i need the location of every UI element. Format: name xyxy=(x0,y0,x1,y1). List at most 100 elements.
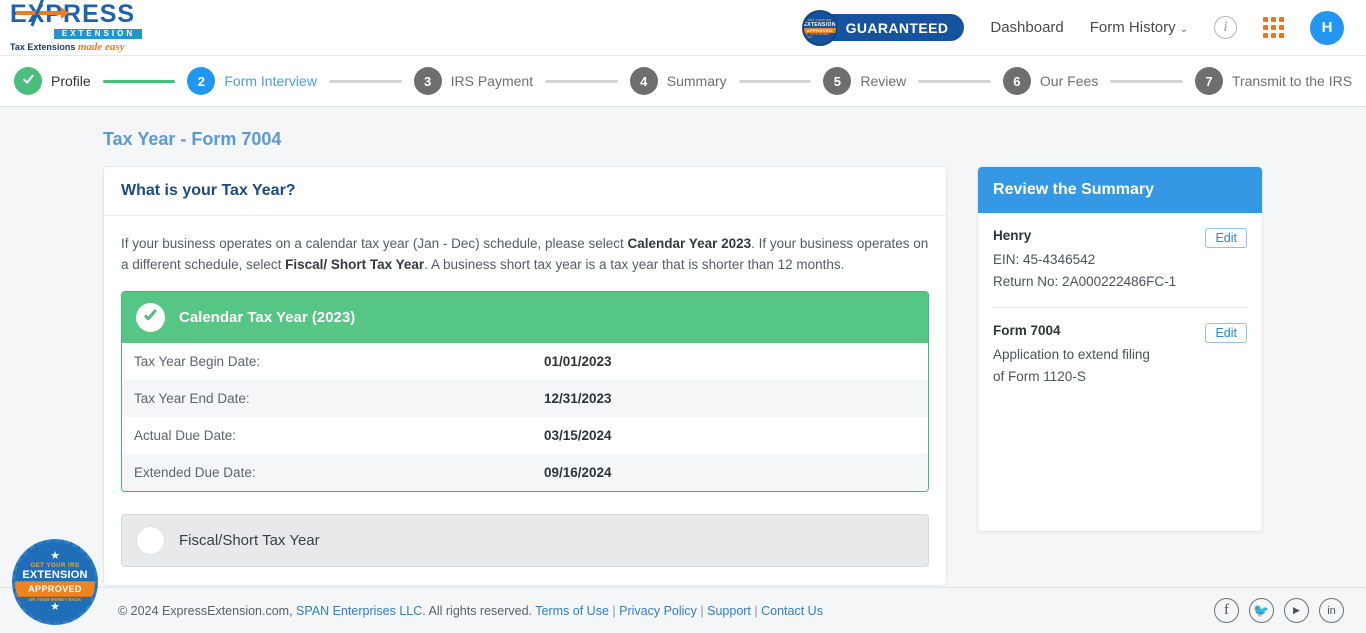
step-label: Review xyxy=(860,73,907,89)
edit-button[interactable]: Edit xyxy=(1205,228,1247,248)
desc-part-1: If your business operates on a calendar … xyxy=(121,236,628,251)
social-links: f 🐦 ▶ in xyxy=(1214,598,1344,623)
footer-separator: | xyxy=(696,603,708,618)
tax-year-description: If your business operates on a calendar … xyxy=(121,234,929,276)
summary-body: Henry EIN: 45-4346542 Return No: 2A0002224… xyxy=(978,213,1262,531)
app-grid-icon[interactable] xyxy=(1263,17,1284,38)
step-circle xyxy=(14,67,42,95)
step-circle: 6 xyxy=(1002,67,1031,95)
check-icon xyxy=(22,75,35,88)
desc-bold-fiscal-year: Fiscal/ Short Tax Year xyxy=(285,256,425,272)
option-calendar-label: Calendar Tax Year (2023) xyxy=(179,308,356,326)
step-profile[interactable]: Profile xyxy=(14,67,91,95)
facebook-icon[interactable]: f xyxy=(1214,598,1239,623)
footer-copyright: © 2024 ExpressExtension.com, SPAN Enterp… xyxy=(118,603,823,618)
logo-wordmark: EXPRESS xyxy=(10,0,145,28)
page-content: Tax Year - Form 7004 What is your Tax Ye… xyxy=(0,107,1366,586)
content-columns: What is your Tax Year? If your business … xyxy=(103,166,1263,586)
desc-bold-calendar-year: Calendar Year 2023 xyxy=(627,236,752,251)
step-circle: 2 xyxy=(187,67,216,95)
edit-button[interactable]: Edit xyxy=(1205,323,1247,344)
step-connector xyxy=(1110,79,1183,83)
row-label: Tax Year End Date: xyxy=(134,390,250,406)
step-irs-payment[interactable]: 3 IRS Payment xyxy=(413,67,534,95)
info-icon-glyph: i xyxy=(1223,19,1228,35)
logo-sub-text: EXTENSION xyxy=(54,29,142,39)
radio-unchecked-icon[interactable] xyxy=(136,525,165,555)
summary-block: Form 7004 Application to extend filing of … xyxy=(993,307,1247,402)
summary-block-line: Application to extend filing xyxy=(993,347,1150,363)
grid-dot xyxy=(1271,17,1276,22)
twitter-icon[interactable]: 🐦 xyxy=(1249,598,1274,623)
step-circle: 4 xyxy=(629,67,658,95)
grid-dot xyxy=(1263,25,1268,30)
grid-dot xyxy=(1279,25,1284,30)
table-row: Extended Due Date: 09/16/2024 xyxy=(122,453,929,491)
desc-part-3: . A business short tax year is a tax yea… xyxy=(424,256,845,272)
linkedin-icon[interactable]: in xyxy=(1319,598,1344,623)
table-row: Tax Year End Date: 12/31/2023 xyxy=(122,379,929,417)
footer-link-company[interactable]: SPAN Enterprises LLC xyxy=(296,604,422,618)
footer-link-contact-us[interactable]: Contact Us xyxy=(761,604,823,618)
grid-dot xyxy=(1271,33,1276,38)
brand-logo[interactable]: EXPRESS EXTENSION Tax Extensions made ea… xyxy=(10,0,145,53)
guaranteed-label: GUARANTEED xyxy=(845,19,949,36)
footer-link-support[interactable]: Support xyxy=(707,604,751,618)
tax-year-card: What is your Tax Year? If your business … xyxy=(103,166,948,586)
nav-form-history[interactable]: Form History ⌄ xyxy=(1090,19,1188,36)
row-label: Tax Year Begin Date: xyxy=(134,353,261,369)
step-circle: 7 xyxy=(1194,67,1223,95)
step-circle: 5 xyxy=(823,67,852,95)
nav-form-history-label: Form History xyxy=(1089,19,1176,36)
summary-block-line: of Form 1120-S xyxy=(993,368,1086,384)
step-label: IRS Payment xyxy=(450,73,534,89)
badge-star-icon-bottom: ★ xyxy=(50,601,60,613)
nav-dashboard[interactable]: Dashboard xyxy=(990,19,1063,36)
summary-heading: Review the Summary xyxy=(978,167,1262,213)
step-connector xyxy=(545,79,618,83)
row-label: Actual Due Date: xyxy=(134,427,237,443)
summary-block: Henry EIN: 45-4346542 Return No: 2A0002224… xyxy=(993,228,1247,307)
row-label: Extended Due Date: xyxy=(134,464,256,480)
info-icon[interactable]: i xyxy=(1214,16,1237,39)
user-avatar[interactable]: H xyxy=(1310,10,1344,45)
check-icon xyxy=(143,310,158,325)
grid-dot xyxy=(1263,33,1268,38)
footer-separator: | xyxy=(750,603,762,618)
youtube-icon[interactable]: ▶ xyxy=(1284,598,1309,623)
option-calendar-header[interactable]: Calendar Tax Year (2023) xyxy=(122,291,929,343)
step-circle: 3 xyxy=(413,67,442,95)
radio-checked-icon[interactable] xyxy=(136,302,165,332)
card-body: If your business operates on a calendar … xyxy=(104,216,946,567)
step-connector xyxy=(102,79,176,83)
logo-tagline-plain: Tax Extensions xyxy=(10,42,78,52)
option-fiscal-label: Fiscal/Short Tax Year xyxy=(179,531,320,549)
summary-block-line: EIN: 45-4346542 xyxy=(993,252,1096,267)
grid-dot xyxy=(1279,17,1284,22)
grid-dot xyxy=(1279,33,1284,38)
step-label: Form Interview xyxy=(224,73,317,89)
guarantee-seal-icon: GET YOUR IRS EXTENSION APPROVED OR YOUR … xyxy=(801,10,838,46)
row-value: 03/15/2024 xyxy=(544,427,612,443)
summary-panel: Review the Summary Henry EIN: 45-4346542 R… xyxy=(977,166,1263,532)
avatar-initial: H xyxy=(1321,19,1333,36)
step-transmit-to-the-irs[interactable]: 7 Transmit to the IRS xyxy=(1194,67,1352,95)
seal-line-4: OR YOUR MONEY BACK xyxy=(803,32,831,39)
page-title: Tax Year - Form 7004 xyxy=(103,129,282,149)
step-our-fees[interactable]: 6 Our Fees xyxy=(1002,67,1098,95)
table-row: Tax Year Begin Date: 01/01/2023 xyxy=(122,342,929,380)
grid-dot xyxy=(1271,25,1276,30)
step-review[interactable]: 5 Review xyxy=(823,67,906,95)
step-form-interview[interactable]: 2 Form Interview xyxy=(187,67,317,95)
step-summary[interactable]: 4 Summary xyxy=(629,67,727,95)
footer-link-terms-of-use[interactable]: Terms of Use xyxy=(535,604,609,618)
footer-link-privacy-policy[interactable]: Privacy Policy xyxy=(619,604,697,618)
option-calendar-tax-year[interactable]: Calendar Tax Year (2023) Tax Year Begin … xyxy=(121,290,930,492)
step-label: Profile xyxy=(51,73,91,89)
card-heading: What is your Tax Year? xyxy=(104,167,947,216)
header-actions: GET YOUR IRS EXTENSION APPROVED OR YOUR … xyxy=(801,10,1344,46)
step-label: Summary xyxy=(666,73,727,89)
option-fiscal-short-tax-year[interactable]: Fiscal/Short Tax Year xyxy=(121,513,930,567)
guaranteed-badge: GET YOUR IRS EXTENSION APPROVED OR YOUR … xyxy=(801,10,965,46)
extension-approved-badge: ★ GET YOUR IRS EXTENSION APPROVED OR YOU… xyxy=(12,539,98,625)
